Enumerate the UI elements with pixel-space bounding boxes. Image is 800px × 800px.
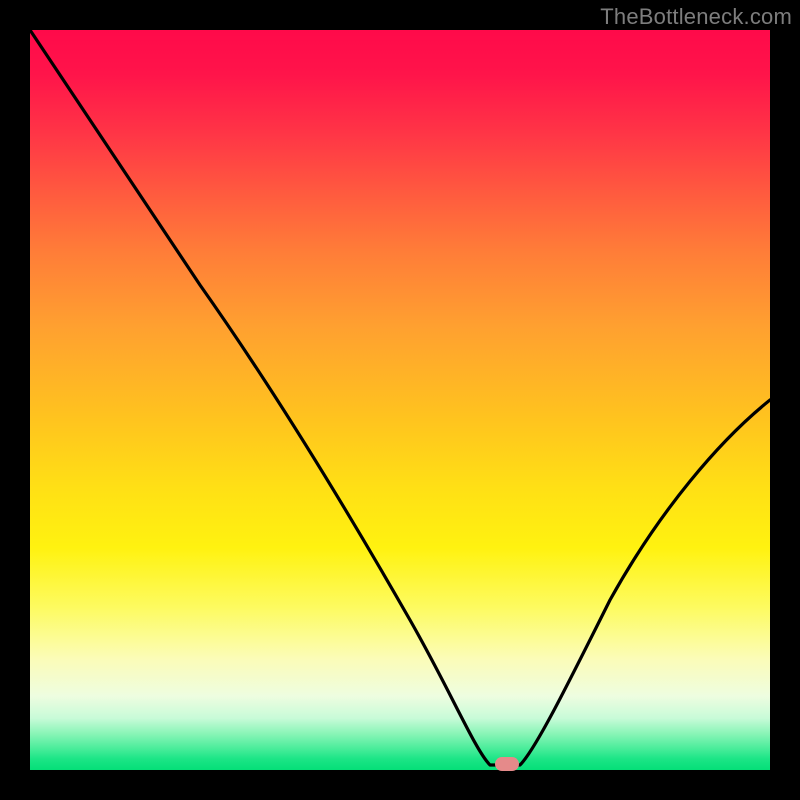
bottleneck-curve (30, 30, 770, 765)
curve-svg (30, 30, 770, 770)
optimum-marker (495, 757, 519, 771)
plot-area (30, 30, 770, 770)
chart-frame: TheBottleneck.com (0, 0, 800, 800)
watermark-text: TheBottleneck.com (600, 4, 792, 30)
